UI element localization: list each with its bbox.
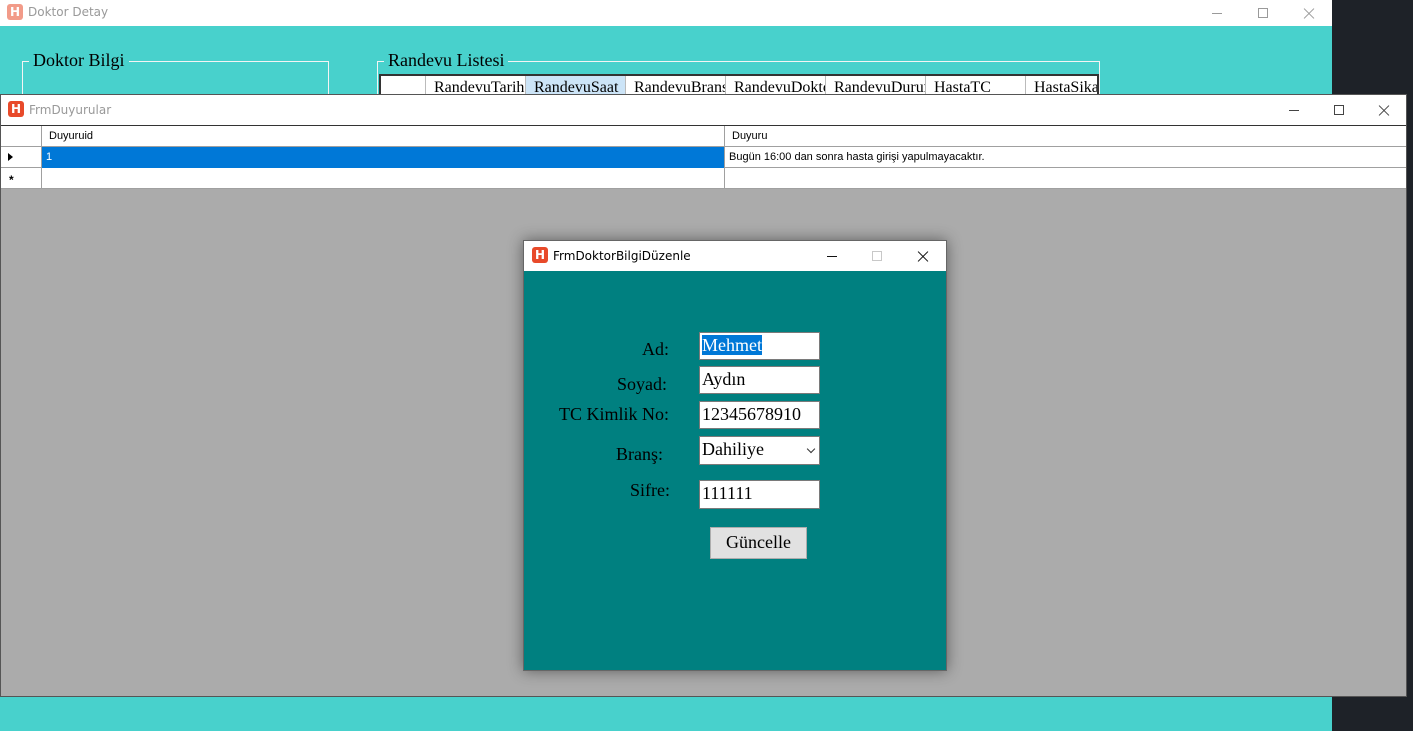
sifre-input[interactable]: 111111: [699, 480, 820, 509]
minimize-button[interactable]: [809, 241, 855, 271]
doktor-bilgi-duzenle-window: H FrmDoktorBilgiDüzenle Ad: Mehmet Soyad…: [523, 240, 947, 671]
guncelle-button[interactable]: Güncelle: [710, 527, 807, 559]
cell-duyuru[interactable]: Bugün 16:00 dan sonra hasta girişi yapul…: [725, 147, 1406, 168]
duyuru-grid[interactable]: Duyuruid Duyuru 1 Bugün 16:00 dan sonra …: [1, 125, 1406, 189]
row-header-corner: [1, 126, 42, 147]
grid-header-row: Duyuruid Duyuru: [1, 126, 1406, 147]
minimize-icon: [1212, 12, 1222, 14]
brans-select[interactable]: Dahiliye: [699, 436, 820, 465]
minimize-icon: [827, 255, 837, 257]
row-header[interactable]: *: [1, 168, 42, 189]
close-icon: [1303, 7, 1315, 19]
duyurular-window-title: FrmDuyurular: [29, 103, 112, 117]
table-row[interactable]: 1 Bugün 16:00 dan sonra hasta girişi yap…: [1, 147, 1406, 168]
column-header-duyuruid[interactable]: Duyuruid: [42, 126, 725, 147]
detay-titlebar: H Doktor Detay: [0, 0, 1332, 26]
maximize-icon: [1334, 105, 1344, 115]
ad-input[interactable]: Mehmet: [699, 332, 820, 360]
ad-value: Mehmet: [702, 335, 762, 355]
soyad-input[interactable]: Aydın: [699, 366, 820, 394]
app-h-icon: H: [7, 4, 23, 20]
minimize-button[interactable]: [1194, 0, 1240, 26]
tc-input[interactable]: 12345678910: [699, 401, 820, 429]
close-icon: [1378, 104, 1390, 116]
column-header-duyuru[interactable]: Duyuru: [725, 126, 1406, 147]
row-pointer-icon: [8, 153, 13, 161]
close-icon: [917, 250, 929, 262]
edit-window-title: FrmDoktorBilgiDüzenle: [553, 249, 691, 263]
row-header[interactable]: [1, 147, 42, 168]
app-h-icon: H: [8, 101, 24, 117]
chevron-down-icon[interactable]: [806, 444, 816, 454]
ad-label: Ad:: [642, 339, 669, 359]
tc-label: TC Kimlik No:: [559, 404, 670, 424]
maximize-icon: [1258, 8, 1268, 18]
edit-titlebar: H FrmDoktorBilgiDüzenle: [524, 241, 946, 271]
minimize-button[interactable]: [1271, 95, 1317, 125]
maximize-button[interactable]: [1240, 0, 1286, 26]
cell-duyuru-new[interactable]: [725, 168, 1406, 189]
cell-duyuruid-new[interactable]: [42, 168, 725, 189]
maximize-button: [854, 241, 900, 271]
detay-window-title: Doktor Detay: [28, 5, 109, 19]
new-row[interactable]: *: [1, 168, 1406, 189]
new-row-marker: *: [9, 173, 14, 187]
sifre-label: Sifre:: [630, 480, 670, 500]
doktor-bilgi-title: Doktor Bilgi: [29, 50, 129, 71]
randevu-listesi-title: Randevu Listesi: [384, 50, 509, 71]
duyurular-titlebar: H FrmDuyurular: [1, 95, 1406, 125]
brans-label: Branş:: [616, 444, 663, 464]
app-h-icon: H: [532, 247, 548, 263]
maximize-icon: [872, 251, 882, 261]
soyad-label: Soyad:: [617, 374, 668, 394]
close-button[interactable]: [1286, 0, 1332, 26]
cell-duyuruid[interactable]: 1: [42, 147, 725, 168]
maximize-button[interactable]: [1316, 95, 1362, 125]
brans-value: Dahiliye: [702, 439, 764, 459]
close-button[interactable]: [1361, 95, 1407, 125]
minimize-icon: [1289, 109, 1299, 111]
close-button[interactable]: [900, 241, 946, 271]
